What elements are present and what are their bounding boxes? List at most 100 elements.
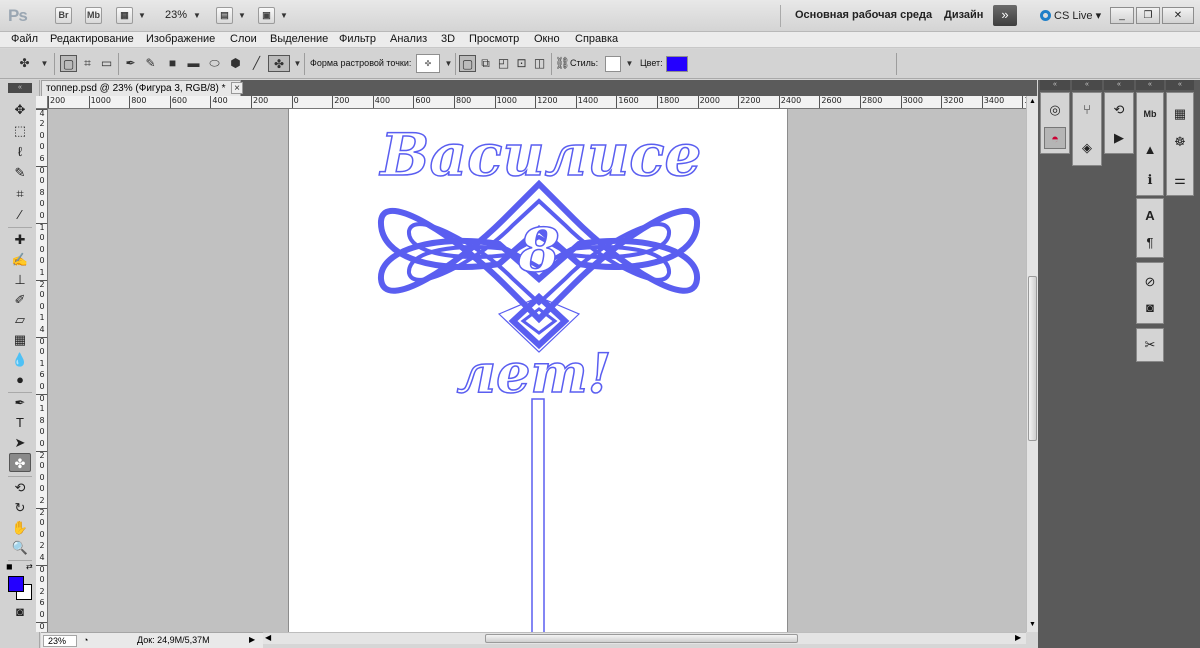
menu-view[interactable]: Просмотр	[469, 33, 519, 45]
subtract-shape-icon[interactable]: ◰	[495, 55, 512, 72]
intersect-shape-icon[interactable]: ⊡	[513, 55, 530, 72]
view-extras-dropdown-icon[interactable]: ▼	[138, 11, 146, 20]
menu-3d[interactable]: 3D	[441, 33, 455, 45]
swap-colors-icon[interactable]: ⇄	[26, 562, 33, 571]
mini-bridge-button[interactable]: Mb	[85, 7, 102, 24]
tool-presets-panel-icon[interactable]: ✂	[1139, 334, 1161, 356]
foreground-color-swatch[interactable]	[8, 576, 24, 592]
paths-icon[interactable]: ⌗	[79, 55, 96, 72]
3d-orbit-tool-icon[interactable]: ↻	[9, 498, 31, 517]
color-swatch[interactable]	[666, 56, 688, 72]
menu-analysis[interactable]: Анализ	[390, 33, 427, 45]
view-extras-button[interactable]: ▦	[116, 7, 133, 24]
menu-file[interactable]: Файл	[11, 33, 38, 45]
arrange-documents-button[interactable]: ▤	[216, 7, 233, 24]
workspace-expand-button[interactable]: »	[993, 5, 1017, 26]
ruler-origin[interactable]	[36, 96, 48, 109]
lasso-tool-icon[interactable]: ℓ	[9, 142, 31, 161]
polygon-shape-icon[interactable]: ⬢	[227, 55, 244, 72]
style-dropdown-icon[interactable]: ▼	[621, 55, 638, 72]
zoom-level[interactable]: 23%	[165, 9, 187, 21]
shape-layers-icon[interactable]: ▢	[60, 55, 77, 72]
brush-presets-panel-icon[interactable]: ⊘	[1139, 271, 1161, 293]
healing-brush-tool-icon[interactable]: ✚	[9, 230, 31, 249]
crop-tool-icon[interactable]: ⌗	[9, 184, 31, 203]
vertical-scrollbar[interactable]: ▲ ▼	[1026, 96, 1038, 632]
document-tab-close-icon[interactable]: ×	[231, 82, 243, 94]
line-shape-icon[interactable]: ╱	[248, 55, 265, 72]
info-panel-icon[interactable]: ℹ	[1139, 169, 1161, 191]
dodge-tool-icon[interactable]: ●	[9, 370, 31, 389]
default-colors-icon[interactable]: ◼	[6, 562, 13, 571]
styles-panel-icon[interactable]: ⚌	[1169, 169, 1191, 191]
gradient-tool-icon[interactable]: ▦	[9, 330, 31, 349]
paths-panel-icon[interactable]: ⑂	[1076, 99, 1098, 121]
dock-collapse-icon[interactable]: «	[1166, 80, 1194, 90]
quick-mask-icon[interactable]: ◙	[9, 602, 31, 621]
eraser-tool-icon[interactable]: ▱	[9, 310, 31, 329]
style-swatch[interactable]	[605, 56, 621, 72]
restore-button[interactable]: ❐	[1136, 7, 1160, 24]
tools-collapse-icon[interactable]: «	[8, 83, 32, 93]
workspace-essentials[interactable]: Основная рабочая среда	[795, 9, 932, 21]
horizontal-ruler[interactable]: 200 1000 800 600 400 200 0 200 400 600 800 1000 1200…	[48, 96, 1026, 109]
custom-shape-tool-icon[interactable]: ✤	[9, 453, 31, 472]
history-brush-tool-icon[interactable]: ✐	[9, 290, 31, 309]
layers-panel-icon[interactable]: ◈	[1076, 137, 1098, 159]
document-tab[interactable]: топпер.psd @ 23% (Фигура 3, RGB/8) *	[41, 80, 241, 96]
tool-preset-dropdown-icon[interactable]: ▼	[36, 55, 53, 72]
custom-shape-icon[interactable]: ✤	[268, 55, 290, 72]
dock-collapse-icon[interactable]: «	[1136, 80, 1164, 90]
link-icon[interactable]: ⛓	[554, 55, 571, 72]
zoom-dropdown-icon[interactable]: ▼	[193, 11, 201, 20]
dock-collapse-icon[interactable]: «	[1104, 80, 1134, 90]
eyedropper-tool-icon[interactable]: ⁄	[9, 205, 31, 224]
blur-tool-icon[interactable]: 💧	[9, 350, 31, 369]
vertical-ruler[interactable]: 4200600800100012001400160018002000220024…	[36, 109, 48, 632]
marquee-tool-icon[interactable]: ⬚	[9, 121, 31, 140]
menu-image[interactable]: Изображение	[146, 33, 215, 45]
menu-edit[interactable]: Редактирование	[50, 33, 134, 45]
workspace-design[interactable]: Дизайн	[944, 9, 983, 21]
clone-source-panel-icon[interactable]: ◙	[1139, 297, 1161, 319]
tool-preset-icon[interactable]: ✤	[16, 55, 33, 72]
minimize-button[interactable]: _	[1110, 7, 1134, 24]
histogram-panel-icon[interactable]: ▲	[1139, 139, 1161, 161]
swatches-panel-icon[interactable]: ▦	[1169, 103, 1191, 125]
dock-collapse-icon[interactable]: «	[1040, 80, 1070, 90]
scroll-right-icon[interactable]: ▶	[1015, 633, 1021, 642]
status-menu-arrow-icon[interactable]: ▶	[249, 635, 255, 644]
type-tool-icon[interactable]: T	[9, 413, 31, 432]
exclude-shape-icon[interactable]: ◫	[531, 55, 548, 72]
shapes-panel-icon[interactable]: ◓	[1044, 127, 1066, 149]
add-to-shape-icon[interactable]: ⧉	[477, 55, 494, 72]
brush-tool-icon[interactable]: ✍	[9, 250, 31, 269]
3d-rotate-tool-icon[interactable]: ⟲	[9, 478, 31, 497]
scroll-up-icon[interactable]: ▲	[1029, 98, 1036, 105]
pen-tool-icon[interactable]: ✒	[9, 393, 31, 412]
navigator-icon[interactable]: ◎	[1044, 99, 1066, 121]
screen-mode-button[interactable]: ▣	[258, 7, 275, 24]
fill-pixels-icon[interactable]: ▭	[98, 55, 115, 72]
adjustments-panel-icon[interactable]: ☸	[1169, 131, 1191, 153]
menu-window[interactable]: Окно	[534, 33, 560, 45]
freeform-pen-icon[interactable]: ✎	[142, 55, 159, 72]
bridge-button[interactable]: Br	[55, 7, 72, 24]
move-tool-icon[interactable]: ✥	[9, 100, 31, 119]
actions-panel-icon[interactable]: ▶	[1108, 127, 1130, 149]
status-icon[interactable]: ◔	[83, 635, 88, 645]
arrange-dropdown-icon[interactable]: ▼	[238, 11, 246, 20]
dock-collapse-icon[interactable]: «	[1072, 80, 1102, 90]
horizontal-scroll-thumb[interactable]	[485, 634, 798, 643]
pen-tool-icon[interactable]: ✒	[122, 55, 139, 72]
menu-select[interactable]: Выделение	[270, 33, 328, 45]
clone-stamp-tool-icon[interactable]: ⊥	[9, 270, 31, 289]
paragraph-panel-icon[interactable]: ¶	[1139, 232, 1161, 254]
history-panel-icon[interactable]: ⟲	[1108, 99, 1130, 121]
quick-selection-tool-icon[interactable]: ✎	[9, 163, 31, 182]
status-zoom-field[interactable]: 23%	[43, 635, 77, 647]
close-button[interactable]: ✕	[1162, 7, 1194, 24]
menu-help[interactable]: Справка	[575, 33, 618, 45]
rectangle-shape-icon[interactable]: ■	[164, 55, 181, 72]
scroll-down-icon[interactable]: ▼	[1029, 621, 1036, 628]
